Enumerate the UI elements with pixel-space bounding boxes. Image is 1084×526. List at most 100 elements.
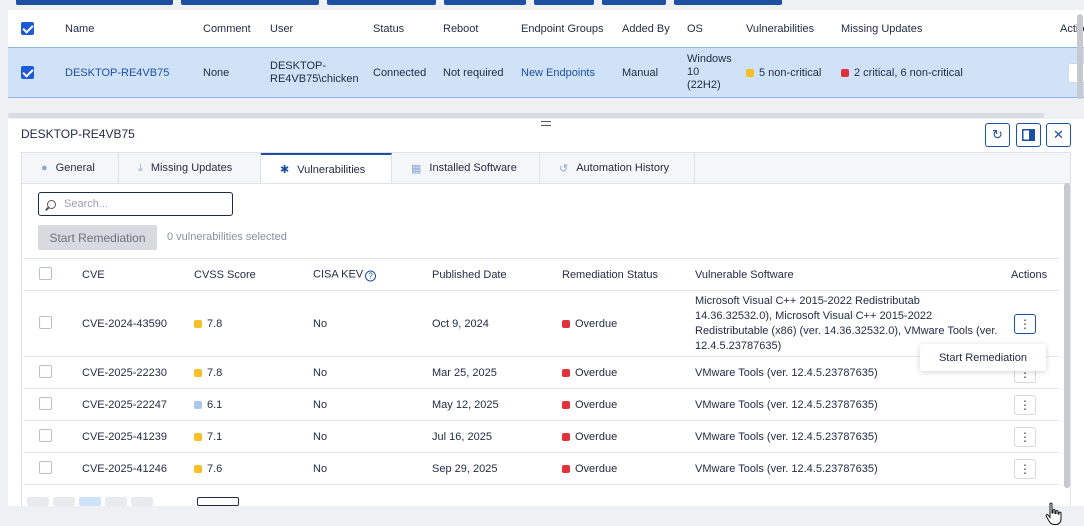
- row-checkbox[interactable]: [39, 315, 52, 329]
- cvss-value: 7.8: [207, 317, 223, 330]
- table-row[interactable]: CVE-2024-43590 7.8 No Oct 9, 2024 Overdu…: [23, 291, 1059, 357]
- page-prev-button[interactable]: [53, 497, 75, 506]
- row-checkbox[interactable]: [39, 396, 52, 410]
- cisa-kev-value: No: [313, 462, 328, 475]
- col-added-by[interactable]: Added By: [622, 23, 670, 35]
- dock-panel-button[interactable]: [1016, 123, 1041, 147]
- software-line4: 12.4.5.23787635): [695, 339, 782, 352]
- page-current-button[interactable]: [79, 497, 101, 506]
- col-published[interactable]: Published Date: [432, 269, 507, 281]
- panel-scrollbar-thumb[interactable]: [1064, 183, 1070, 488]
- vuln-table-header: CVE CVSS Score CISA KEV? Published Date …: [23, 258, 1059, 291]
- history-icon: ↺: [559, 162, 569, 175]
- col-endpoint-groups[interactable]: Endpoint Groups: [521, 23, 604, 35]
- cvss-score: 6.1: [194, 399, 222, 411]
- start-remediation-button[interactable]: Start Remediation: [38, 225, 157, 250]
- help-icon[interactable]: ?: [365, 270, 377, 281]
- toolbar-button-7[interactable]: [674, 0, 782, 5]
- col-cvss[interactable]: CVSS Score: [194, 269, 256, 281]
- cvss-value: 7.8: [207, 366, 223, 379]
- row-checkbox[interactable]: [39, 460, 52, 474]
- page-first-button[interactable]: [27, 497, 49, 506]
- tab-general[interactable]: ● General: [22, 153, 119, 183]
- overdue-indicator: [562, 400, 570, 409]
- tab-automation-history-label: Automation History: [576, 162, 670, 174]
- grid-scrollbar-thumb[interactable]: [1077, 14, 1083, 99]
- col-cve[interactable]: CVE: [82, 269, 105, 281]
- tab-installed-software-label: Installed Software: [429, 162, 517, 174]
- pagination: [27, 497, 239, 506]
- splitter-grip-icon[interactable]: [541, 121, 551, 126]
- tab-missing-updates[interactable]: ⤓ Missing Updates: [119, 153, 261, 183]
- panel-splitter[interactable]: [8, 113, 1044, 118]
- toolbar-button-6[interactable]: [602, 0, 666, 5]
- table-row[interactable]: CVE-2025-41239 7.1 No Jul 16, 2025 Overd…: [23, 421, 1059, 453]
- published-date: May 12, 2025: [432, 398, 499, 411]
- col-status[interactable]: Status: [373, 23, 404, 35]
- page-size-select[interactable]: [197, 497, 239, 506]
- endpoint-group-link[interactable]: New Endpoints: [521, 67, 595, 79]
- bug-icon: ✱: [280, 164, 290, 176]
- row-checkbox[interactable]: [21, 66, 34, 79]
- table-row[interactable]: CVE-2025-41246 7.6 No Sep 29, 2025 Overd…: [23, 453, 1059, 485]
- table-row[interactable]: CVE-2025-22247 6.1 No May 12, 2025 Overd…: [23, 389, 1059, 421]
- toolbar-button-2[interactable]: [181, 0, 319, 5]
- select-all-vulns-checkbox[interactable]: [39, 266, 52, 280]
- row-actions-kebab[interactable]: ⋮: [1014, 426, 1036, 447]
- toolbar-button-5[interactable]: [534, 0, 594, 5]
- tab-vulnerabilities[interactable]: ✱ Vulnerabilities: [261, 153, 392, 184]
- row-actions-kebab[interactable]: ⋮: [1014, 458, 1036, 479]
- row-checkbox[interactable]: [39, 428, 52, 442]
- vulnerabilities-content: Search... Start Remediation 0 vulnerabil…: [21, 183, 1071, 525]
- select-all-checkbox[interactable]: [21, 22, 34, 35]
- panel-scrollbar[interactable]: [1063, 183, 1071, 506]
- cvss-value: 6.1: [207, 398, 223, 411]
- missing-updates-text: 2 critical, 6 non-critical: [854, 66, 963, 79]
- col-comment[interactable]: Comment: [203, 23, 251, 35]
- row-checkbox[interactable]: [39, 364, 52, 378]
- row-actions-kebab[interactable]: ⋮: [1014, 394, 1036, 415]
- vulnerabilities-value[interactable]: 5 non-critical: [746, 67, 821, 79]
- critical-indicator: [841, 68, 849, 77]
- start-remediation-tooltip[interactable]: Start Remediation: [920, 344, 1046, 371]
- toolbar-button-4[interactable]: [444, 0, 526, 5]
- col-os[interactable]: OS: [687, 23, 703, 35]
- endpoint-row[interactable]: DESKTOP-RE4VB75 None DESKTOP- RE4VB75\ch…: [8, 47, 1084, 98]
- col-vulnerable-software[interactable]: Vulnerable Software: [695, 269, 794, 281]
- added-by-value: Manual: [622, 66, 659, 79]
- col-reboot[interactable]: Reboot: [443, 23, 478, 35]
- col-user[interactable]: User: [270, 23, 293, 35]
- tab-automation-history[interactable]: ↺ Automation History: [540, 153, 695, 183]
- col-name[interactable]: Name: [65, 23, 94, 35]
- os-value: Windows 10 (22H2): [687, 53, 732, 92]
- cisa-kev-value: No: [313, 398, 328, 411]
- tab-installed-software[interactable]: ▦ Installed Software: [392, 153, 540, 183]
- col-missing-updates[interactable]: Missing Updates: [841, 23, 922, 35]
- cve-id: CVE-2025-41246: [82, 462, 168, 475]
- info-icon: ●: [41, 162, 48, 174]
- col-vulnerabilities[interactable]: Vulnerabilities: [746, 23, 814, 35]
- page-last-button[interactable]: [131, 497, 153, 506]
- cve-id: CVE-2025-22247: [82, 398, 168, 411]
- close-panel-button[interactable]: ✕: [1046, 123, 1071, 147]
- vulnerable-software: VMware Tools (ver. 12.4.5.23787635): [695, 398, 878, 411]
- search-input[interactable]: Search...: [38, 192, 233, 216]
- col-cisa-kev[interactable]: CISA KEV?: [313, 268, 377, 281]
- vulnerable-software: VMware Tools (ver. 12.4.5.23787635): [695, 430, 878, 443]
- col-remediation-status[interactable]: Remediation Status: [562, 269, 658, 281]
- page-next-button[interactable]: [105, 497, 127, 506]
- cvss-score: 7.8: [194, 367, 222, 379]
- grid-scrollbar[interactable]: [1076, 0, 1084, 110]
- missing-updates-value[interactable]: 2 critical, 6 non-critical: [841, 67, 963, 79]
- row-actions-kebab[interactable]: ⋮: [1014, 313, 1036, 334]
- remediation-status: Overdue: [562, 318, 617, 330]
- overdue-indicator: [562, 368, 570, 377]
- refresh-button[interactable]: ↻: [985, 123, 1010, 147]
- user-line2: RE4VB75\chicken: [270, 72, 359, 85]
- endpoint-name-link[interactable]: DESKTOP-RE4VB75: [65, 67, 169, 79]
- toolbar-button-1[interactable]: [16, 0, 173, 5]
- toolbar-button-3[interactable]: [327, 0, 436, 5]
- table-row[interactable]: CVE-2025-22230 7.8 No Mar 25, 2025 Overd…: [23, 357, 1059, 389]
- severity-indicator: [194, 319, 202, 328]
- tab-general-label: General: [55, 162, 95, 174]
